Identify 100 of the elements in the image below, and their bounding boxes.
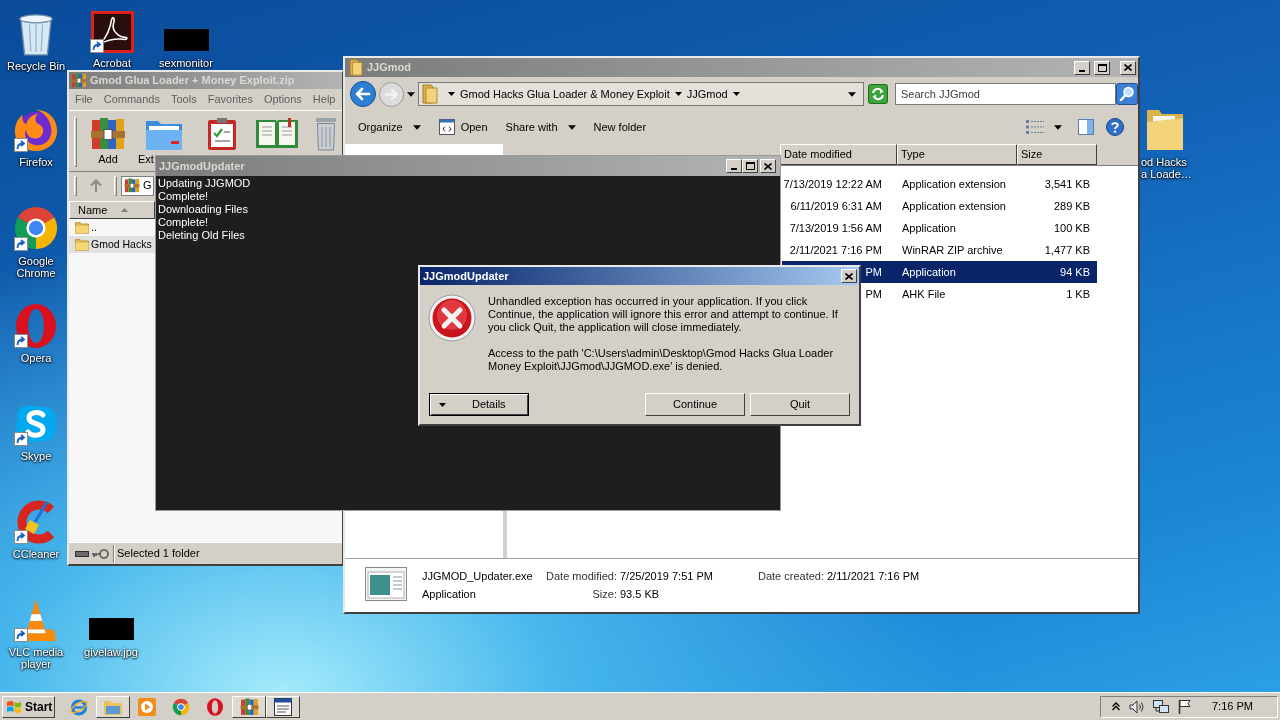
close-button[interactable]: [841, 269, 857, 283]
column-header[interactable]: Date modified: [780, 144, 897, 165]
file-row[interactable]: 2/11/2021 7:16 PM WinRAR ZIP archive 1,477 KB: [782, 239, 1097, 261]
breadcrumb-item[interactable]: JJGmod: [686, 85, 728, 103]
archive-books-icon[interactable]: [90, 117, 126, 151]
close-button[interactable]: [1120, 60, 1136, 75]
chevron-up-icon[interactable]: [1112, 702, 1120, 711]
thumbnail-placeholder[interactable]: [163, 29, 209, 51]
file-type: Application: [422, 586, 477, 602]
desktop-icon-label[interactable]: Opera: [20, 352, 52, 364]
toolbar-button[interactable]: Share with: [505, 118, 576, 136]
menu-item[interactable]: Favorites: [207, 90, 253, 108]
minimize-button[interactable]: [726, 159, 742, 173]
taskbar-button[interactable]: [266, 695, 300, 718]
toolbar-button[interactable]: New folder: [593, 118, 647, 136]
thumbnail-placeholder[interactable]: [88, 618, 134, 640]
error-icon: [428, 294, 476, 342]
menu-item[interactable]: Tools: [171, 90, 197, 108]
close-icon: [845, 272, 853, 280]
desktop-icon-label[interactable]: sexmonitor: [159, 57, 213, 69]
desktop-icon-label[interactable]: od Hacks a Loade…: [1141, 156, 1193, 180]
file-row[interactable]: ..: [69, 219, 155, 236]
ring-logo-icon[interactable]: [16, 304, 56, 348]
table-cell-text: PM: [865, 264, 882, 280]
menu-item[interactable]: Options: [263, 90, 302, 108]
table-cell-text: 6/11/2019 6:31 AM: [790, 198, 882, 214]
window-thumbnail-icon: [365, 567, 407, 601]
taskbar-button[interactable]: [232, 695, 266, 718]
console-line: Deleting Old Files: [158, 229, 245, 242]
path-field[interactable]: G: [121, 175, 154, 196]
breadcrumb-item[interactable]: Gmod Hacks Glua Loader & Money Exploit: [460, 85, 670, 103]
back-icon[interactable]: [350, 81, 376, 107]
maximize-button[interactable]: [1094, 60, 1110, 75]
flag-icon[interactable]: [1178, 699, 1192, 714]
drive-icon: [75, 550, 89, 557]
dialog-button[interactable]: Continue: [645, 393, 745, 416]
toolbar-label[interactable]: Ext: [138, 153, 154, 166]
desktop-icon-label[interactable]: Acrobat: [93, 57, 131, 69]
taskbar-button[interactable]: [96, 695, 130, 718]
table-cell-text: PM: [865, 286, 882, 302]
clipboard-check-icon[interactable]: [207, 117, 237, 151]
dropdown-caret-icon[interactable]: [848, 91, 856, 97]
desktop-icon-label[interactable]: Firefox: [19, 156, 53, 168]
caret-icon[interactable]: [732, 92, 740, 96]
ring-logo-icon: [207, 697, 223, 716]
minimize-button[interactable]: [1074, 60, 1090, 75]
address-bar[interactable]: Gmod Hacks Glua Loader & Money Exploit JJGmod: [418, 82, 864, 106]
refresh-icon[interactable]: [868, 84, 888, 104]
clock[interactable]: 7:16 PM: [1212, 698, 1253, 715]
network-icon[interactable]: [1153, 699, 1169, 714]
open-book-icon[interactable]: [255, 117, 299, 149]
play-icon: [138, 697, 156, 716]
menu-item[interactable]: File: [75, 90, 93, 108]
window-title: JJGmodUpdater: [159, 158, 246, 174]
search-icon[interactable]: [1116, 83, 1138, 105]
menu-item[interactable]: Help: [312, 90, 336, 108]
dialog-button[interactable]: Details: [429, 393, 529, 416]
column-header[interactable]: Size: [1017, 144, 1097, 165]
desktop-icon-label[interactable]: Recycle Bin: [6, 60, 66, 72]
preview-pane-icon[interactable]: [1078, 119, 1094, 135]
start-button[interactable]: Start: [2, 695, 55, 718]
window-title: JJGmodUpdater: [423, 268, 510, 284]
toolbar-button[interactable]: Open: [438, 118, 488, 136]
dialog-button[interactable]: Quit: [750, 393, 850, 416]
browser-circle-icon[interactable]: [13, 205, 59, 251]
caret-icon[interactable]: [1054, 124, 1062, 130]
column-header[interactable]: Name: [69, 201, 155, 219]
table-cell-text: 7/13/2019 12:22 AM: [783, 176, 882, 192]
detail-value: 7/25/2019 7:51 PM: [620, 568, 714, 584]
menu-item[interactable]: Commands: [103, 90, 160, 108]
column-header[interactable]: Type: [897, 144, 1017, 165]
close-button[interactable]: [760, 159, 776, 173]
error-detail: Access to the path 'C:\Users\admin\Desktop\Gmod Hacks Glua Loader Money Exploit\JJGmod\JJGMOD.exe' is denied.: [488, 347, 835, 373]
caret-icon[interactable]: [448, 92, 455, 96]
table-cell-text: Application extension: [901, 176, 1007, 192]
file-row[interactable]: 6/11/2019 6:31 AM Application extension 289 KB: [782, 195, 1097, 217]
toolbar-label[interactable]: Add: [98, 153, 118, 166]
file-row[interactable]: 7/13/2019 12:22 AM Application extension 3,541 KB: [782, 173, 1097, 195]
maximize-button[interactable]: [742, 159, 758, 173]
swirl-logo-icon[interactable]: [90, 11, 134, 53]
table-cell-text: 3,541 KB: [1043, 176, 1091, 192]
file-row[interactable]: 7/13/2019 1:56 AM Application 100 KB: [782, 217, 1097, 239]
speaker-icon[interactable]: [1129, 699, 1145, 714]
minimize-icon: [731, 168, 737, 170]
detail-label: Date modified:: [545, 568, 617, 584]
table-cell-text: 100 KB: [1052, 220, 1091, 236]
list-view-icon[interactable]: [1026, 120, 1044, 134]
close-icon: [1124, 64, 1132, 71]
caret-icon: [412, 124, 421, 130]
browser-circle-icon: [172, 697, 190, 716]
search-field[interactable]: Search JJGmod: [895, 83, 1116, 105]
recycle-bin-icon[interactable]: [18, 14, 54, 56]
help-icon[interactable]: [1106, 118, 1124, 136]
toolbar-button[interactable]: Organize: [358, 118, 421, 136]
caret-icon[interactable]: [407, 91, 415, 97]
file-row[interactable]: Gmod Hacks: [69, 236, 155, 253]
detail-label: Size:: [591, 586, 617, 602]
archive-books-icon: [71, 73, 87, 88]
desktop-icon-label[interactable]: Google Chrome: [6, 255, 66, 279]
caret-icon[interactable]: [674, 92, 682, 96]
